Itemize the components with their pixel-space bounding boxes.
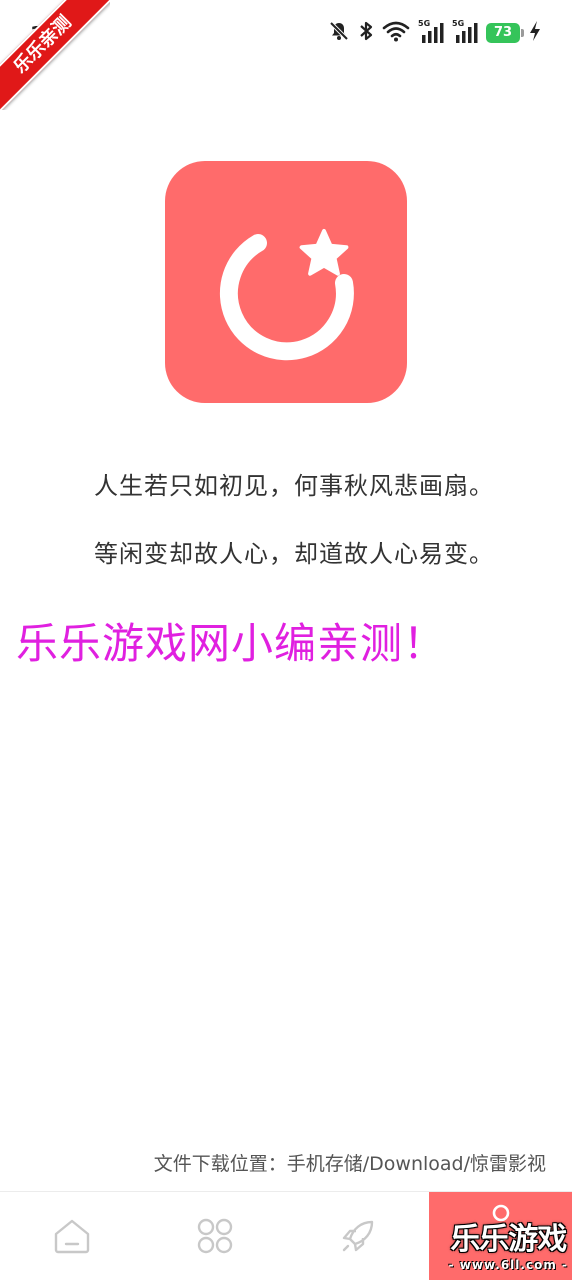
brand-watermark-url: - www.6ll.com - [448, 1258, 568, 1272]
ribbon-label: 乐乐亲测 [0, 0, 110, 110]
home-icon [54, 1219, 89, 1254]
app-logo [165, 161, 407, 403]
network-tag-2: 5G [452, 19, 465, 28]
bluetooth-icon [358, 20, 374, 46]
bell-muted-icon [328, 20, 350, 46]
moon-star-logo-icon [219, 229, 354, 361]
rocket-icon [342, 1220, 373, 1252]
network-tag-1: 5G [418, 19, 431, 28]
corner-ribbon: 乐乐亲测 [0, 0, 110, 110]
poem-line-2: 等闲变却故人心，却道故人心易变。 [94, 540, 494, 568]
nav-profile-button[interactable]: 乐乐游戏 - www.6ll.com - [429, 1192, 572, 1280]
wifi-icon [382, 20, 410, 46]
signal-5g-icon: 5G [452, 19, 478, 45]
signal-5g-icon: 5G [418, 19, 444, 45]
brand-watermark-title: 乐乐游戏 [450, 1222, 567, 1257]
bottom-nav: 乐乐游戏 - www.6ll.com - [0, 1191, 572, 1280]
status-icons: 5G 5G 73 [328, 19, 542, 46]
charging-icon [528, 20, 542, 46]
nav-apps-button[interactable] [143, 1192, 286, 1280]
battery-icon: 73 [486, 23, 524, 43]
nav-rocket-button[interactable] [286, 1192, 429, 1280]
promo-watermark-text: 乐乐游戏网小编亲测！ [16, 619, 447, 668]
apps-icon [197, 1218, 232, 1254]
brand-watermark: 乐乐游戏 - www.6ll.com - [449, 1214, 568, 1272]
poem-line-1: 人生若只如初见，何事秋风悲画扇。 [94, 472, 494, 500]
nav-home-button[interactable] [0, 1192, 143, 1280]
download-location-text: 文件下载位置：手机存储/Download/惊雷影视 [153, 1153, 546, 1175]
